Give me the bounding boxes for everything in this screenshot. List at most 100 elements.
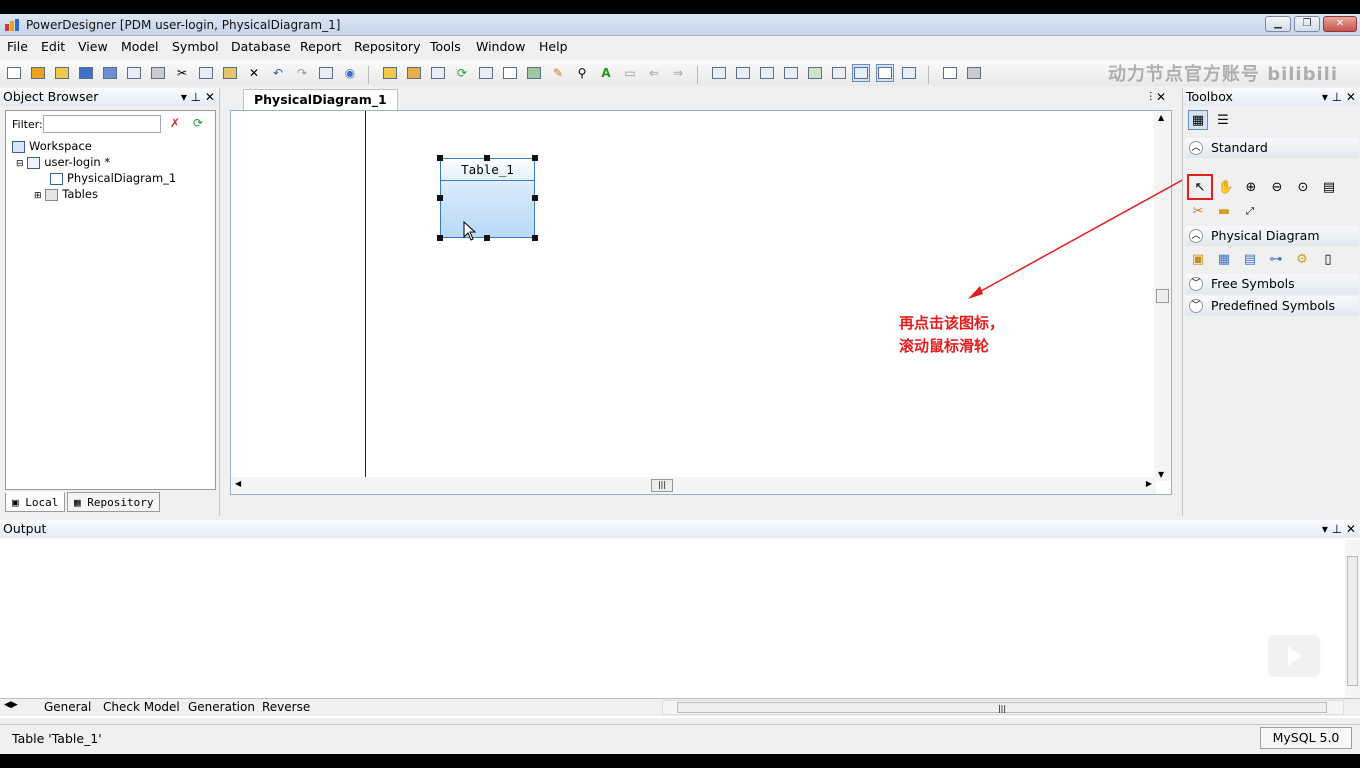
zoom-mode-icon[interactable] (852, 64, 870, 82)
table-symbol[interactable]: Table_1 (440, 158, 535, 238)
find-icon[interactable] (429, 64, 447, 82)
align-top-icon[interactable] (782, 64, 800, 82)
selection-handle[interactable] (437, 155, 443, 161)
comment-icon[interactable] (876, 64, 894, 82)
menu-repository[interactable]: Repository (354, 39, 420, 54)
scroll-left-icon[interactable]: ◀ (235, 479, 241, 488)
shadow-icon[interactable] (501, 64, 519, 82)
large-icons-view-icon[interactable]: ▦ (1188, 110, 1208, 130)
align-left-icon[interactable] (710, 64, 728, 82)
properties-icon[interactable] (317, 64, 335, 82)
section-physical-diagram[interactable]: ︿ Physical Diagram (1185, 226, 1359, 246)
tree-item-tables[interactable]: ⊞ Tables (34, 187, 98, 201)
tab-local[interactable]: ▣ Local (5, 492, 66, 512)
redo-icon[interactable]: ↷ (293, 64, 311, 82)
zoom-out-icon[interactable]: ⊖ (1267, 177, 1287, 197)
model-icon[interactable] (381, 64, 399, 82)
tab-repository[interactable]: ▦ Repository (67, 492, 161, 512)
restore-button[interactable]: ❐ (1294, 16, 1320, 32)
menu-symbol[interactable]: Symbol (172, 39, 219, 54)
expand-icon[interactable]: ⊞ (34, 191, 42, 201)
output-text-area[interactable] (0, 540, 1345, 702)
new-icon[interactable] (5, 64, 23, 82)
list-view-icon[interactable]: ☰ (1213, 110, 1233, 130)
print-preview-icon[interactable] (125, 64, 143, 82)
page-preview-icon[interactable] (941, 64, 959, 82)
text-color-icon[interactable]: A (597, 64, 615, 82)
output-horizontal-scrollbar[interactable]: ||| (662, 700, 1344, 715)
clear-filter-icon[interactable]: ✗ (166, 114, 184, 132)
open-package-icon[interactable]: ⊙ (1293, 177, 1313, 197)
tab-check-model[interactable]: Check Model (103, 700, 180, 714)
open-icon[interactable] (53, 64, 71, 82)
save-all-icon[interactable] (101, 64, 119, 82)
package-icon[interactable] (405, 64, 423, 82)
selection-handle[interactable] (484, 155, 490, 161)
collapse-icon[interactable]: ⊟ (16, 159, 24, 169)
menu-window[interactable]: Window (476, 39, 525, 54)
pane-controls[interactable]: ▾ ⊥ ✕ (1322, 520, 1356, 538)
image-icon[interactable] (806, 64, 824, 82)
diagram-pane-controls[interactable]: ⫶ ✕ (1149, 90, 1166, 105)
menu-help[interactable]: Help (539, 39, 568, 54)
link-tool-icon[interactable]: ⤢ (1240, 201, 1260, 221)
grid-icon[interactable] (525, 64, 543, 82)
section-predefined-symbols[interactable]: ﹀ Predefined Symbols (1185, 296, 1359, 316)
menu-model[interactable]: Model (121, 39, 159, 54)
menu-edit[interactable]: Edit (41, 39, 65, 54)
tree-item-workspace[interactable]: Workspace (12, 139, 92, 153)
output-vertical-scrollbar[interactable] (1345, 540, 1360, 702)
scroll-down-icon[interactable]: ▼ (1158, 470, 1164, 479)
selection-handle[interactable] (532, 155, 538, 161)
frame-icon[interactable] (830, 64, 848, 82)
reference-tool-icon[interactable]: ⊶ (1266, 249, 1286, 269)
forward-icon[interactable]: ⇒ (669, 64, 687, 82)
cut-icon[interactable]: ✂ (173, 64, 191, 82)
selection-handle[interactable] (532, 235, 538, 241)
format-painter-icon[interactable]: ⚲ (573, 64, 591, 82)
tree-item-diagram[interactable]: PhysicalDiagram_1 (50, 171, 176, 185)
file-tool-icon[interactable]: ▯ (1318, 249, 1338, 269)
tab-physical-diagram[interactable]: PhysicalDiagram_1 (243, 89, 398, 110)
scroll-thumb[interactable]: ||| (651, 479, 673, 492)
line-style-icon[interactable]: ▭ (621, 64, 639, 82)
scroll-thumb[interactable]: ||| (677, 702, 1327, 713)
new-project-icon[interactable] (29, 64, 47, 82)
pen-icon[interactable]: ✎ (549, 64, 567, 82)
pointer-tool-icon[interactable]: ↖ (1187, 174, 1213, 200)
delete-tool-icon[interactable]: ✂ (1188, 201, 1208, 221)
section-free-symbols[interactable]: ﹀ Free Symbols (1185, 274, 1359, 294)
procedure-tool-icon[interactable]: ⚙ (1292, 249, 1312, 269)
align-right-icon[interactable] (758, 64, 776, 82)
selection-handle[interactable] (437, 235, 443, 241)
refresh-icon[interactable]: ⟳ (453, 64, 471, 82)
print-icon[interactable] (149, 64, 167, 82)
tab-reverse[interactable]: Reverse (262, 700, 310, 714)
menu-database[interactable]: Database (231, 39, 291, 54)
display-icon[interactable] (900, 64, 918, 82)
check-icon[interactable] (477, 64, 495, 82)
undo-icon[interactable]: ↶ (269, 64, 287, 82)
menu-view[interactable]: View (78, 39, 108, 54)
video-play-icon[interactable] (1265, 632, 1323, 680)
pane-controls[interactable]: ▾ ⊥ ✕ (181, 88, 215, 106)
pane-controls[interactable]: ▾ ⊥ ✕ (1322, 88, 1356, 106)
scroll-thumb[interactable] (1347, 556, 1358, 686)
browser-icon[interactable]: ◉ (341, 64, 359, 82)
properties-tool-icon[interactable]: ▤ (1319, 177, 1339, 197)
note-tool-icon[interactable]: ▬ (1214, 201, 1234, 221)
package-tool-icon[interactable]: ▣ (1188, 249, 1208, 269)
selection-handle[interactable] (484, 235, 490, 241)
menu-file[interactable]: File (7, 39, 28, 54)
tab-scroll-icon[interactable]: ◀▶ (4, 700, 18, 710)
delete-icon[interactable]: ✕ (245, 64, 263, 82)
selection-handle[interactable] (532, 195, 538, 201)
refresh-filter-icon[interactable]: ⟳ (189, 114, 207, 132)
menu-report[interactable]: Report (300, 39, 341, 54)
scroll-up-icon[interactable]: ▲ (1158, 113, 1164, 122)
tree-item-model[interactable]: ⊟ user-login * (16, 155, 110, 169)
horizontal-scrollbar[interactable]: ◀ ||| ▶ (231, 477, 1156, 494)
back-icon[interactable]: ⇐ (645, 64, 663, 82)
section-standard[interactable]: ︿ Standard (1185, 138, 1359, 158)
save-icon[interactable] (77, 64, 95, 82)
